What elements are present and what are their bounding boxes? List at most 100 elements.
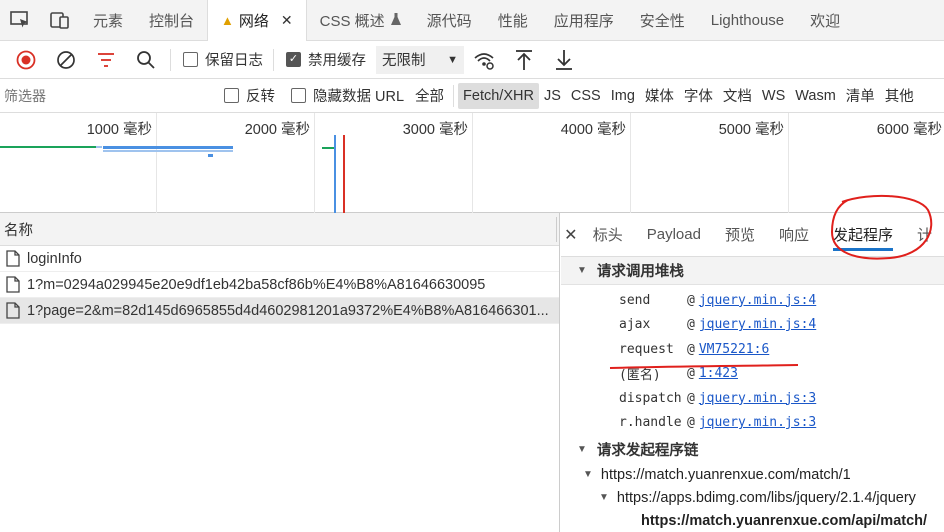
tab-initiator[interactable]: 发起程序	[821, 213, 905, 257]
tab-label: Lighthouse	[710, 11, 785, 29]
stack-frame: request @ VM75221:6	[561, 337, 944, 362]
frame-at: @	[687, 317, 695, 333]
column-resizer[interactable]	[556, 217, 557, 242]
flask-icon	[390, 12, 401, 28]
initiator-url: https://match.yuanrenxue.com/match/1	[600, 466, 851, 483]
inspect-element-icon[interactable]	[0, 0, 40, 41]
tab-timing[interactable]: 计	[905, 213, 944, 257]
stack-frame: ajax @ jquery.min.js:4	[561, 313, 944, 338]
disable-cache-checkbox[interactable]: ✓ 禁用缓存	[286, 49, 366, 70]
frame-location-link[interactable]: 1:423	[699, 366, 738, 381]
preserve-log-checkbox[interactable]: 保留日志	[183, 49, 263, 70]
frame-function: r.handle	[619, 415, 682, 431]
request-row[interactable]: loginInfo	[0, 246, 559, 272]
close-icon[interactable]: ✕	[281, 12, 293, 29]
filter-all[interactable]: 全部	[410, 83, 449, 109]
tab-response[interactable]: 响应	[767, 213, 821, 257]
tab-label: CSS 概述	[319, 12, 385, 30]
filter-ws[interactable]: WS	[757, 83, 790, 109]
tab-elements[interactable]: 元素	[80, 0, 136, 41]
filter-icon	[98, 52, 114, 67]
request-name: 1?page=2&m=82d145d6965855d4d4602981201a9…	[27, 302, 549, 319]
request-row-selected[interactable]: 1?page=2&m=82d145d6965855d4d4602981201a9…	[0, 298, 559, 324]
frame-location-link[interactable]: jquery.min.js:4	[699, 293, 816, 308]
filter-js[interactable]: JS	[539, 83, 566, 109]
stack-frame: send @ jquery.min.js:4	[561, 288, 944, 313]
request-bar	[322, 147, 334, 149]
frame-location-link[interactable]: jquery.min.js:3	[699, 391, 816, 406]
call-stack: send @ jquery.min.js:4 ajax @ jquery.min…	[561, 285, 944, 435]
tab-headers[interactable]: 标头	[581, 213, 635, 257]
stack-frame: r.handle @ jquery.min.js:3	[561, 411, 944, 436]
initiator-chain-header[interactable]: ▼ 请求发起程序链	[561, 435, 944, 463]
request-details: ✕ 标头 Payload 预览 响应 发起程序 计 ▼ 请求调用堆栈 send …	[561, 213, 944, 532]
initiator-chain-title: 请求发起程序链	[596, 442, 699, 459]
hide-data-urls-checkbox[interactable]: 隐藏数据 URL	[291, 85, 404, 106]
filter-fetch-xhr[interactable]: Fetch/XHR	[458, 82, 539, 109]
frame-at: @	[687, 292, 695, 308]
search-button[interactable]	[126, 41, 166, 79]
search-icon	[137, 50, 155, 69]
tab-preview[interactable]: 预览	[713, 213, 767, 257]
network-conditions-button[interactable]	[464, 41, 504, 79]
frame-function: dispatch	[619, 390, 682, 406]
tab-lighthouse[interactable]: Lighthouse	[698, 0, 797, 41]
frame-location-link[interactable]: jquery.min.js:3	[699, 415, 816, 430]
tab-sources[interactable]: 源代码	[414, 0, 485, 41]
tab-network[interactable]: ▲ 网络 ✕	[207, 0, 307, 41]
stack-frame: dispatch @ jquery.min.js:3	[561, 386, 944, 411]
invert-checkbox[interactable]: 反转	[224, 85, 275, 106]
filter-manifest[interactable]: 清单	[841, 83, 880, 109]
filter-button[interactable]	[86, 41, 126, 79]
filter-media[interactable]: 媒体	[640, 83, 679, 109]
throttling-select[interactable]: 无限制 ▼	[376, 45, 464, 74]
record-button[interactable]	[6, 41, 46, 79]
tab-application[interactable]: 应用程序	[541, 0, 627, 41]
filter-css[interactable]: CSS	[566, 83, 606, 109]
initiator-chain-item-current[interactable]: https://match.yuanrenxue.com/api/match/	[561, 509, 944, 532]
tab-security[interactable]: 安全性	[627, 0, 698, 41]
expand-triangle-icon: ▼	[577, 265, 587, 276]
network-overview[interactable]: 1000 毫秒 2000 毫秒 3000 毫秒 4000 毫秒 5000 毫秒 …	[0, 113, 944, 213]
filter-font[interactable]: 字体	[679, 83, 718, 109]
frame-location-link[interactable]: jquery.min.js:4	[699, 317, 816, 332]
close-details-icon[interactable]: ✕	[561, 225, 581, 245]
wifi-settings-icon	[474, 52, 494, 70]
tab-label: 元素	[93, 12, 124, 30]
request-bar	[0, 146, 96, 148]
request-row[interactable]: 1?m=0294a029945e20e9df1eb42ba58cf86b%E4%…	[0, 272, 559, 298]
name-column-header[interactable]: 名称	[0, 213, 559, 246]
warning-icon: ▲	[221, 12, 234, 28]
call-stack-header[interactable]: ▼ 请求调用堆栈	[561, 257, 944, 285]
upload-icon	[516, 49, 532, 70]
tab-welcome[interactable]: 欢迎	[797, 0, 853, 41]
filter-input[interactable]	[4, 83, 210, 108]
filter-other[interactable]: 其他	[880, 83, 919, 109]
frame-location-link[interactable]: VM75221:6	[699, 342, 769, 357]
tab-performance[interactable]: 性能	[485, 0, 541, 41]
clear-button[interactable]	[46, 41, 86, 79]
filter-img[interactable]: Img	[606, 83, 640, 109]
tab-payload[interactable]: Payload	[635, 213, 713, 257]
checkbox-unchecked	[224, 88, 239, 103]
export-har-button[interactable]	[544, 41, 584, 79]
initiator-chain-item[interactable]: ▼ https://match.yuanrenxue.com/match/1	[561, 463, 944, 486]
document-icon	[6, 250, 20, 267]
import-har-button[interactable]	[504, 41, 544, 79]
tab-label: 安全性	[639, 12, 685, 30]
stack-frame: (匿名) @ 1:423	[561, 362, 944, 387]
tab-css-overview[interactable]: CSS 概述	[307, 0, 414, 41]
initiator-chain-item[interactable]: ▼ https://apps.bdimg.com/libs/jquery/2.1…	[561, 486, 944, 509]
checkbox-unchecked	[291, 88, 306, 103]
frame-at: @	[687, 390, 695, 406]
tab-label: 应用程序	[553, 12, 614, 30]
tab-label: 网络	[238, 12, 269, 30]
devtools-tab-bar: 元素 控制台 ▲ 网络 ✕ CSS 概述 源代码 性能 应用程序 安全性 Lig…	[0, 0, 944, 41]
device-toolbar-icon[interactable]	[40, 0, 80, 41]
filter-doc[interactable]: 文档	[718, 83, 757, 109]
tab-console[interactable]: 控制台	[136, 0, 207, 41]
frame-at: @	[687, 366, 695, 382]
filter-wasm[interactable]: Wasm	[790, 83, 841, 109]
tab-label: 控制台	[149, 12, 195, 30]
throttle-value: 无限制	[382, 53, 426, 69]
